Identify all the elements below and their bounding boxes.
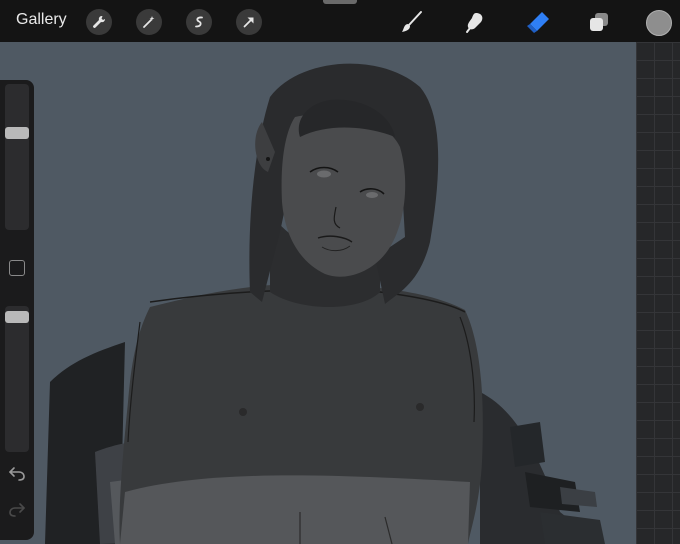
canvas-grid-margin (636, 42, 680, 544)
brush-size-slider[interactable] (5, 84, 29, 230)
modify-button[interactable] (9, 260, 25, 276)
opacity-slider[interactable] (5, 306, 29, 452)
redo-icon[interactable] (8, 500, 26, 518)
smudge-icon (466, 13, 483, 33)
wrench-icon (93, 15, 106, 28)
smudge-button[interactable] (462, 8, 490, 36)
adjustments-button[interactable] (136, 9, 162, 35)
drag-handle[interactable] (323, 0, 357, 4)
color-picker-button[interactable] (646, 10, 672, 36)
layers-button[interactable] (585, 8, 613, 36)
transform-button[interactable] (236, 9, 262, 35)
brush-button[interactable] (398, 8, 426, 36)
selection-button[interactable] (186, 9, 212, 35)
gallery-button[interactable]: Gallery (16, 11, 67, 29)
selection-icon (195, 16, 203, 28)
magic-wand-icon (143, 16, 155, 28)
drawing-canvas[interactable] (0, 42, 636, 544)
eraser-icon (527, 12, 549, 33)
brush-size-handle[interactable] (5, 126, 29, 139)
opacity-handle[interactable] (5, 311, 29, 324)
top-toolbar: Gallery (0, 0, 680, 42)
left-sidebar (0, 80, 34, 540)
sketch-artwork (45, 63, 605, 544)
transform-arrow-icon (243, 17, 254, 28)
brush-icon (402, 11, 422, 32)
undo-icon[interactable] (8, 464, 26, 482)
eraser-button[interactable] (524, 8, 552, 36)
layers-icon (590, 13, 608, 31)
actions-button[interactable] (86, 9, 112, 35)
